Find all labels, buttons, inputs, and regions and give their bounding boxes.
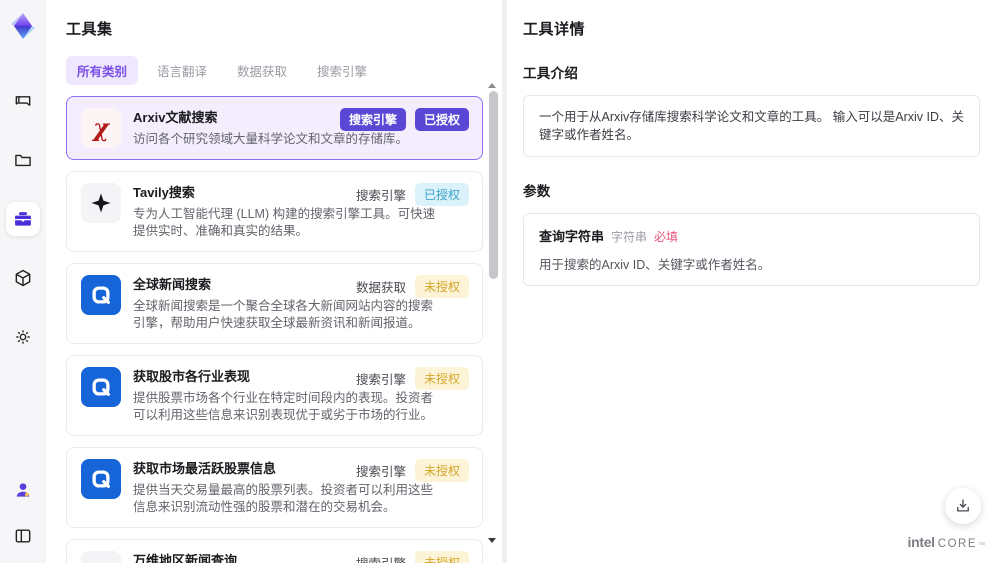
category-label: 搜索引擎 bbox=[356, 553, 406, 563]
sidebar-item-files[interactable] bbox=[6, 143, 40, 177]
parameter-name: 查询字符串 bbox=[539, 229, 605, 244]
news-search-q-icon bbox=[81, 275, 121, 315]
detail-title: 工具详情 bbox=[523, 21, 586, 38]
tab-all-categories[interactable]: 所有类别 bbox=[66, 56, 139, 85]
tool-description: 访问各个研究领域大量科学论文和文章的存储库。 bbox=[133, 132, 409, 146]
auth-status-badge: 未授权 bbox=[414, 551, 469, 563]
category-label: 搜索引擎 bbox=[355, 189, 406, 203]
brand-core-text: CORE bbox=[937, 538, 977, 550]
parameter-box: 查询字符串 字符串 必填 用于搜索的Arxiv ID、关键字或作者姓名。 bbox=[523, 213, 980, 286]
tool-title: 获取市场最活跃股票信息 bbox=[133, 461, 277, 476]
parameter-required-flag: 必填 bbox=[654, 230, 679, 244]
category-label: 搜索引擎 bbox=[355, 373, 406, 387]
app-logo gem-logo bbox=[7, 10, 39, 42]
category-badge: 搜索引擎 bbox=[339, 108, 406, 131]
tab-data-acquisition[interactable]: 数据获取 bbox=[226, 56, 298, 85]
sidebar-item-packages[interactable] bbox=[6, 261, 40, 295]
intro-heading: 工具介绍 bbox=[523, 66, 579, 81]
tool-list: χ Arxiv文献搜索 访问各个研究领域大量科学论文和文章的存储库。 搜索引擎 … bbox=[66, 96, 483, 563]
tool-title: 万维地区新闻查询 bbox=[133, 553, 238, 563]
tool-card-global-news-search[interactable]: 全球新闻搜索 全球新闻搜索是一个聚合全球各大新闻网站内容的搜索引擎，帮助用户快速… bbox=[66, 263, 483, 344]
sidebar-item-chat[interactable] bbox=[6, 84, 40, 118]
tool-description: 提供当天交易量最高的股票列表。投资者可以利用这些信息来识别流动性强的股票和潜在的… bbox=[133, 483, 434, 514]
news-search-q-icon bbox=[81, 367, 121, 407]
app-window: 工具集 所有类别 语言翻译 数据获取 搜索引擎 χ Arxiv文献搜索 访问各个… bbox=[0, 0, 1000, 563]
tool-card-sector-performance[interactable]: 获取股市各行业表现 提供股票市场各个行业在特定时间段内的表现。投资者可以利用这些… bbox=[66, 355, 483, 436]
auth-status-badge: 已授权 bbox=[414, 183, 469, 206]
sidebar bbox=[0, 0, 46, 563]
brand-intel-text: intel bbox=[907, 534, 935, 550]
tab-language-translation[interactable]: 语言翻译 bbox=[146, 56, 218, 85]
auth-status-badge: 未授权 bbox=[414, 275, 469, 298]
sidebar-item-tools[interactable] bbox=[6, 202, 40, 236]
tool-card-arxiv[interactable]: χ Arxiv文献搜索 访问各个研究领域大量科学论文和文章的存储库。 搜索引擎 … bbox=[66, 96, 483, 160]
chat-icon bbox=[13, 91, 33, 111]
panel-toggle-button[interactable] bbox=[6, 519, 40, 553]
intro-text: 一个用于从Arxiv存储库搜索科学论文和文章的工具。 输入可以是Arxiv ID… bbox=[539, 110, 965, 142]
sidebar-item-settings[interactable] bbox=[6, 320, 40, 354]
newspaper-icon bbox=[81, 551, 121, 563]
tool-description: 全球新闻搜索是一个聚合全球各大新闻网站内容的搜索引擎，帮助用户快速获取全球最新资… bbox=[133, 299, 434, 330]
arxiv-logo-icon: χ bbox=[81, 108, 121, 148]
parameter-type: 字符串 bbox=[611, 230, 648, 244]
tavily-star-icon bbox=[81, 183, 121, 223]
auth-status-badge: 已授权 bbox=[414, 108, 469, 131]
package-icon bbox=[13, 268, 33, 288]
params-heading: 参数 bbox=[523, 184, 551, 199]
scrollbar-down-arrow-icon[interactable] bbox=[488, 538, 496, 543]
page-title: 工具集 bbox=[66, 21, 113, 38]
panel-toggle-icon bbox=[13, 526, 33, 546]
intel-core-logo: intel CORE ™ bbox=[907, 534, 985, 550]
tool-card-tavily[interactable]: Tavily搜索 专为人工智能代理 (LLM) 构建的搜索引擎工具。可快速提供实… bbox=[66, 171, 483, 252]
tool-detail-panel: 工具详情 工具介绍 一个用于从Arxiv存储库搜索科学论文和文章的工具。 输入可… bbox=[507, 0, 1000, 563]
tool-title: Arxiv文献搜索 bbox=[133, 110, 218, 125]
briefcase-icon bbox=[13, 209, 33, 229]
category-label: 数据获取 bbox=[355, 281, 406, 295]
tool-description: 提供股票市场各个行业在特定时间段内的表现。投资者可以利用这些信息来识别表现优于或… bbox=[133, 391, 434, 422]
tool-card-regional-news[interactable]: 万维地区新闻查询 查询具体行政区划内的新闻，快速了解各地新闻动 搜索引擎 未授权 bbox=[66, 539, 483, 563]
tool-title: 全球新闻搜索 bbox=[133, 277, 212, 292]
gear-icon bbox=[13, 327, 33, 347]
sidebar-bottom bbox=[6, 473, 40, 553]
download-button[interactable] bbox=[945, 488, 981, 524]
folder-icon bbox=[13, 150, 33, 170]
sidebar-nav bbox=[6, 84, 40, 354]
tool-list-panel: 工具集 所有类别 语言翻译 数据获取 搜索引擎 χ Arxiv文献搜索 访问各个… bbox=[46, 0, 502, 563]
scrollbar-thumb[interactable] bbox=[489, 91, 498, 279]
tool-title: Tavily搜索 bbox=[133, 185, 195, 200]
tool-card-most-active-stocks[interactable]: 获取市场最活跃股票信息 提供当天交易量最高的股票列表。投资者可以利用这些信息来识… bbox=[66, 447, 483, 528]
tab-search-engine[interactable]: 搜索引擎 bbox=[306, 56, 378, 85]
category-tabs: 所有类别 语言翻译 数据获取 搜索引擎 bbox=[66, 56, 502, 85]
user-avatar-icon bbox=[13, 480, 33, 500]
tool-title: 获取股市各行业表现 bbox=[133, 369, 251, 384]
category-label: 搜索引擎 bbox=[355, 465, 406, 479]
parameter-description: 用于搜索的Arxiv ID、关键字或作者姓名。 bbox=[539, 258, 771, 272]
intro-box: 一个用于从Arxiv存储库搜索科学论文和文章的工具。 输入可以是Arxiv ID… bbox=[523, 95, 980, 157]
tool-description: 专为人工智能代理 (LLM) 构建的搜索引擎工具。可快速提供实时、准确和真实的结… bbox=[133, 207, 436, 238]
news-search-q-icon bbox=[81, 459, 121, 499]
download-icon bbox=[954, 497, 972, 515]
user-profile-button[interactable] bbox=[6, 473, 40, 507]
scrollbar-up-arrow-icon[interactable] bbox=[488, 83, 496, 88]
auth-status-badge: 未授权 bbox=[414, 367, 469, 390]
auth-status-badge: 未授权 bbox=[414, 459, 469, 482]
brand-trademark: ™ bbox=[978, 542, 985, 549]
